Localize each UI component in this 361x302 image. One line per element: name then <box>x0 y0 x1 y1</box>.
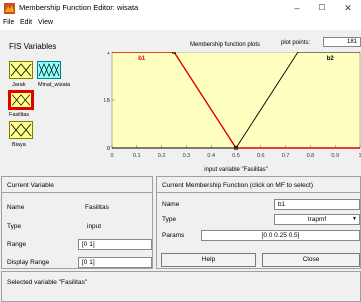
menu-bar: File Edit View <box>0 17 361 30</box>
mf-name-label: Name <box>162 201 180 208</box>
plot-header: Membership function plots plot points: 1… <box>110 35 361 52</box>
maximize-button[interactable]: ☐ <box>313 1 331 15</box>
x-tick-label: 0.5 <box>232 153 240 159</box>
x-tick-label: 0.1 <box>133 153 141 159</box>
matlab-app-icon <box>4 3 15 14</box>
mf-type-label: Type <box>162 216 177 223</box>
range-label: Range <box>7 241 27 248</box>
minimize-button[interactable]: – <box>288 1 306 15</box>
help-button[interactable]: Help <box>161 253 256 267</box>
range-input[interactable]: [0 1] <box>78 239 152 250</box>
current-mf-panel: Current Membership Function (click on MF… <box>156 176 361 269</box>
mf-icon <box>10 63 32 77</box>
mf-type-select[interactable]: trapmf ▼ <box>274 214 360 225</box>
mf-name-input[interactable]: b1 <box>274 199 360 210</box>
menu-view[interactable]: View <box>38 19 53 26</box>
output-variable-label: Minat_wisata <box>38 82 71 88</box>
current-variable-title: Current Variable <box>7 182 54 189</box>
mf-icon <box>38 63 60 77</box>
x-tick-label: 0 <box>110 153 113 159</box>
x-tick-label: 0.9 <box>331 153 339 159</box>
dropdown-arrow-icon: ▼ <box>352 216 357 222</box>
y-tick-label: 0 <box>107 146 110 152</box>
close-window-button[interactable]: ✕ <box>339 1 357 15</box>
mf-icon <box>10 123 32 137</box>
close-button[interactable]: Close <box>262 253 360 267</box>
params-label: Params <box>162 232 185 239</box>
window-title: Membership Function Editor: wisata <box>19 3 139 12</box>
variable-name-value: Fasilitas <box>85 204 109 211</box>
status-bar: Selected variable "Fasilitas" <box>1 271 361 302</box>
fis-variables-panel: FIS Variables Jarak Minat_wisata Fasilit… <box>4 32 107 173</box>
x-axis-label: input variable "Fasilitas" <box>204 167 268 173</box>
name-label: Name <box>7 204 25 211</box>
x-tick-label: 0.6 <box>257 153 265 159</box>
menu-edit[interactable]: Edit <box>20 19 32 26</box>
x-tick-label: 0.2 <box>158 153 166 159</box>
y-tick-label: 0.5 <box>104 98 110 104</box>
menu-file[interactable]: File <box>3 19 14 26</box>
y-tick-label: 1 <box>107 52 110 56</box>
x-tick-label: 0.8 <box>307 153 315 159</box>
current-mf-header: Current Membership Function (click on MF… <box>157 177 360 193</box>
membership-function-plot[interactable]: 10.50 00.10.20.30.40.50.60.70.80.91 b1b2… <box>104 52 361 174</box>
input-variable-label: Fasilitas <box>9 112 30 118</box>
type-label: Type <box>7 223 22 230</box>
x-tick-label: 0.3 <box>183 153 191 159</box>
fis-variables-label: FIS Variables <box>9 42 57 51</box>
input-variable-jarak[interactable] <box>9 61 33 79</box>
current-variable-header: Current Variable <box>2 177 152 193</box>
current-mf-title: Current Membership Function (click on MF… <box>162 182 313 189</box>
params-input[interactable]: [0 0 0.25 0.5] <box>201 230 360 241</box>
display-range-label: Display Range <box>7 259 50 266</box>
mf-type-value: trapmf <box>307 216 327 223</box>
current-variable-panel: Current Variable Name Fasilitas Type inp… <box>1 176 153 269</box>
mf-icon <box>11 94 31 106</box>
status-text: Selected variable "Fasilitas" <box>7 279 88 286</box>
mf-name-label-b2: b2 <box>327 56 335 62</box>
input-variable-label: Jarak <box>12 82 26 88</box>
variable-type-value: input <box>87 223 102 230</box>
mf-name-label-b1: b1 <box>138 56 146 62</box>
output-variable-minat-wisata[interactable] <box>37 61 61 79</box>
display-range-input[interactable]: [0 1] <box>78 257 152 268</box>
input-variable-label: Biaya <box>12 142 26 148</box>
input-variable-fasilitas[interactable] <box>8 90 34 110</box>
plot-title: Membership function plots <box>190 42 261 48</box>
input-variable-biaya[interactable] <box>9 121 33 139</box>
plot-points-label: plot points: <box>281 40 311 46</box>
x-tick-label: 0.4 <box>207 153 215 159</box>
x-tick-label: 0.7 <box>282 153 290 159</box>
plot-points-input[interactable]: 181 <box>323 37 361 47</box>
plot-area[interactable] <box>111 52 361 149</box>
title-bar: Membership Function Editor: wisata – ☐ ✕ <box>0 0 361 17</box>
